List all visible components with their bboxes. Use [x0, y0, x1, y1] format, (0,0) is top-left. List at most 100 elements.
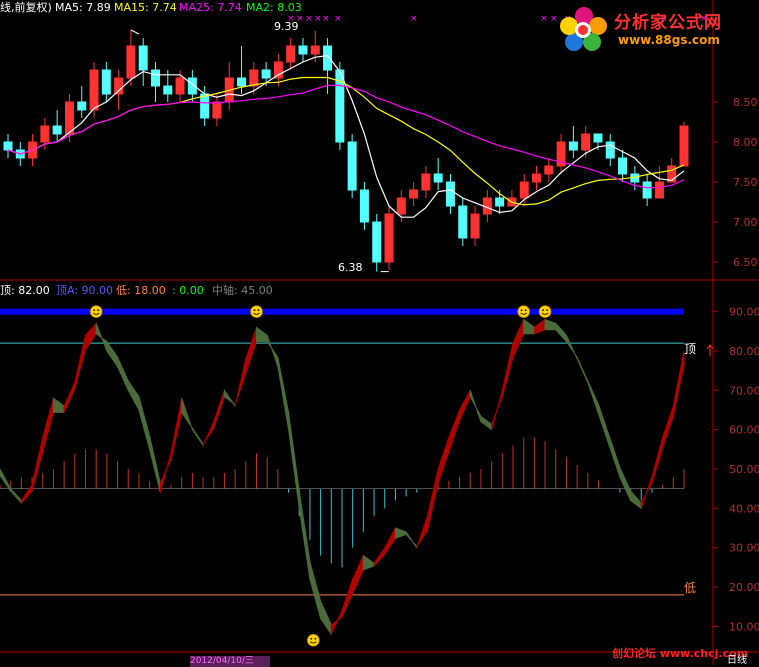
- candle-body: [409, 189, 419, 199]
- low-price-label: 6.38: [338, 261, 363, 274]
- indicator-band: [341, 579, 354, 618]
- indicator-band: [85, 322, 97, 352]
- smiley-eye: [314, 637, 317, 640]
- indicator-band: [52, 397, 65, 413]
- candle-body: [396, 197, 406, 215]
- candle-body: [200, 93, 210, 119]
- smiley-eye: [546, 309, 548, 312]
- indicator-band: [202, 421, 215, 446]
- indicator-zero-label: : 0.00: [172, 284, 204, 297]
- candle-body: [114, 77, 124, 95]
- indicator-band: [288, 412, 300, 509]
- indicator-tick-label: 30.00: [729, 542, 759, 555]
- smiley-eye: [93, 309, 96, 312]
- indicator-band: [608, 435, 621, 478]
- indicator-band: [662, 405, 674, 448]
- candle-body: [323, 45, 333, 71]
- indicator-tick-label: 70.00: [729, 384, 759, 397]
- candle-body: [273, 61, 283, 79]
- candle-body: [89, 69, 99, 111]
- flower-logo-icon: [560, 7, 607, 51]
- candle-body: [372, 221, 382, 263]
- indicator-band: [63, 382, 76, 413]
- indicator-band: [459, 390, 471, 421]
- indicator-band: [448, 409, 461, 452]
- candle-body: [433, 173, 443, 183]
- indicator-band: [480, 415, 493, 431]
- candle-body: [175, 77, 185, 95]
- smiley-eye: [97, 309, 100, 312]
- price-tick-label: 8.00: [733, 136, 758, 149]
- smiley-eye: [520, 309, 523, 312]
- indicator-tick-label: 80.00: [729, 345, 759, 358]
- candle-body: [495, 197, 505, 207]
- signal-marker: ×: [305, 14, 313, 24]
- candle-body: [261, 69, 271, 79]
- indicator-band: [576, 357, 589, 383]
- indicator-tick-label: 10.00: [729, 620, 759, 633]
- indicator-top-label: 顶: 82.00: [0, 284, 50, 297]
- signal-marker: ×: [322, 14, 330, 24]
- indicator-band: [491, 390, 503, 430]
- smiley-icon: [517, 305, 531, 319]
- candle-body: [3, 141, 13, 151]
- indicator-band: [213, 390, 225, 429]
- indicator-band: [437, 437, 450, 484]
- indicator-band: [394, 527, 407, 540]
- indicator-band: [630, 489, 642, 510]
- ma2-label: MA2: 8.03: [246, 1, 302, 14]
- up-arrow-icon: [706, 344, 714, 356]
- indicator-band: [170, 398, 183, 460]
- candle-body: [618, 157, 628, 175]
- logo-title: 分析家公式网: [614, 13, 722, 33]
- smiley-icon: [250, 305, 263, 319]
- candle-body: [532, 173, 542, 183]
- top-side-label: 顶: [684, 342, 697, 356]
- indicator-mid-label: 中轴: 45.00: [212, 284, 273, 297]
- smiley-eye: [257, 309, 260, 312]
- indicator-band: [309, 561, 322, 619]
- candle-body: [593, 133, 603, 143]
- ma25-label: MA25: 7.74: [179, 1, 242, 14]
- candle-body: [544, 165, 554, 175]
- signal-marker: ×: [314, 14, 322, 24]
- period-label: 日线: [727, 655, 747, 666]
- indicator-band: [0, 468, 12, 493]
- indicator-band: [95, 323, 108, 352]
- indicator-tick-label: 20.00: [729, 581, 759, 594]
- candle-body: [126, 45, 136, 79]
- candle-body: [384, 213, 394, 263]
- ma15-label: MA15: 7.74: [114, 1, 177, 14]
- indicator-band: [469, 390, 482, 422]
- smiley-eye: [542, 309, 544, 312]
- price-tick-label: 7.50: [733, 176, 758, 189]
- smiley-icon: [89, 305, 103, 319]
- ma5-label: MA5: 7.89: [55, 1, 111, 14]
- candle-body: [64, 101, 74, 135]
- indicator-band: [362, 554, 375, 571]
- smiley-eye: [524, 309, 527, 312]
- candle-body: [237, 77, 247, 87]
- indicator-band: [320, 601, 332, 636]
- signal-marker: ×: [410, 14, 418, 24]
- candle-body: [568, 141, 578, 151]
- signal-marker: ×: [334, 14, 342, 24]
- indicator-band: [277, 357, 290, 430]
- indicator-band: [416, 516, 428, 548]
- smiley-icon: [306, 633, 320, 647]
- price-tick-label: 7.00: [733, 216, 758, 229]
- candle-body: [150, 69, 160, 87]
- indicator-band: [352, 555, 364, 594]
- indicator-band: [544, 318, 557, 331]
- candle-body: [212, 101, 222, 119]
- indicator-band: [384, 527, 396, 556]
- candle-body: [347, 141, 357, 191]
- candle-body: [445, 181, 455, 207]
- indicator-band: [245, 327, 257, 374]
- candle-body: [249, 69, 259, 87]
- indicator-band: [149, 435, 161, 493]
- candle-body: [310, 45, 320, 55]
- indicator-low-label: 低: 18.00: [116, 284, 166, 297]
- date-label: 2012/04/10/三: [190, 656, 270, 667]
- candle-body: [642, 181, 652, 199]
